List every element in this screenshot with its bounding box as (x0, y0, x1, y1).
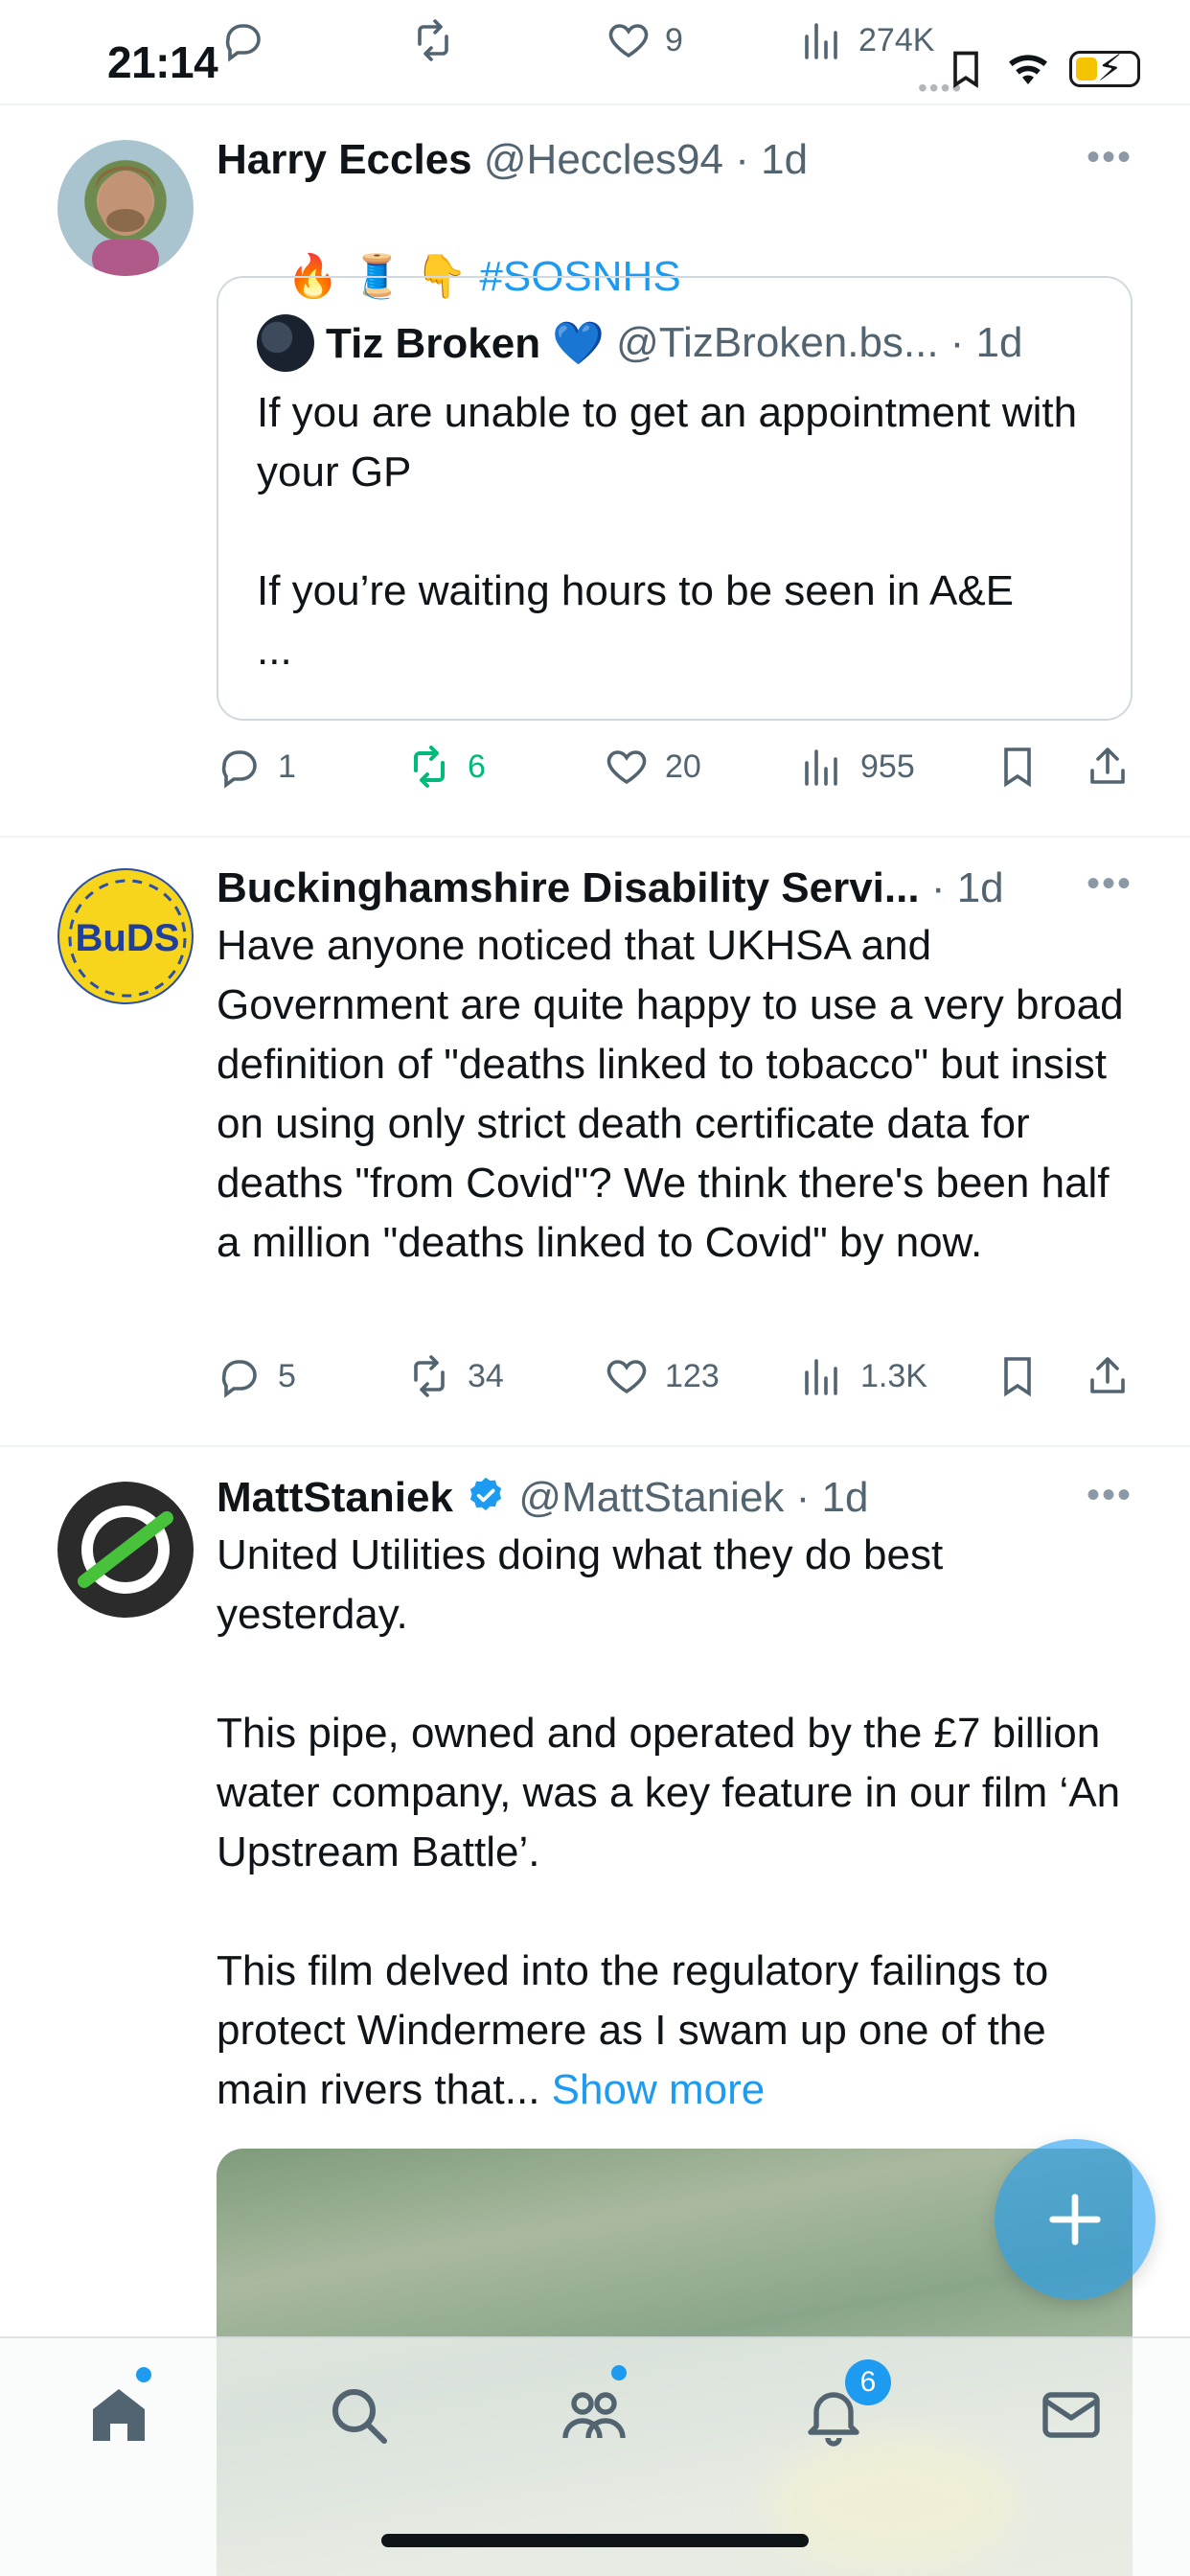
avatar[interactable] (57, 1482, 194, 1618)
like-button[interactable]: 20 (604, 744, 701, 790)
tweet-bucks-disability[interactable]: BuDS Buckinghamshire Disability Servi...… (0, 840, 1190, 1447)
bookmark-button[interactable] (995, 1353, 1041, 1399)
tweet-body: United Utilities doing what they do best… (217, 1531, 1121, 2113)
tweet-header: MattStaniek @MattStaniek · 1d (217, 1470, 1132, 1526)
share-icon (1090, 1357, 1125, 1393)
quote-display-name: Tiz Broken 💙 (326, 320, 606, 367)
heart-icon (606, 1360, 647, 1394)
home-unread-dot (136, 2367, 151, 2382)
share-button[interactable] (1085, 744, 1131, 790)
verified-badge-icon (470, 1477, 502, 1511)
reply-button[interactable]: 1 (217, 744, 296, 790)
top-like-count: 9 (665, 21, 683, 58)
more-options-icon[interactable]: ••• (1087, 862, 1133, 906)
mail-icon (1042, 2392, 1100, 2438)
views-icon (805, 1359, 837, 1395)
share-icon (1090, 748, 1125, 784)
notifications-badge: 6 (845, 2359, 891, 2405)
compose-button[interactable] (995, 2139, 1156, 2300)
quote-text: If you are unable to get an appointment … (257, 389, 1078, 674)
heart-icon (606, 750, 647, 785)
quote-header: Tiz Broken 💙 @TizBroken.bs... · 1d (257, 314, 1022, 372)
views-button[interactable]: 955 (799, 744, 915, 790)
wifi-icon (1009, 55, 1047, 84)
reply-icon (221, 750, 257, 789)
system-icons: ⚡ (945, 46, 1140, 92)
reply-count: 1 (278, 748, 296, 785)
top-reply-action[interactable] (220, 17, 266, 63)
tab-search[interactable] (320, 2377, 397, 2453)
views-count: 955 (860, 748, 915, 785)
views-count: 1.3K (860, 1357, 927, 1394)
bookmark-icon (1004, 748, 1031, 788)
like-count: 20 (665, 748, 701, 785)
tweet-text: United Utilities doing what they do best… (217, 1526, 1132, 2120)
quote-tweet[interactable]: Tiz Broken 💙 @TizBroken.bs... · 1d If yo… (217, 276, 1133, 721)
home-indicator (381, 2534, 809, 2547)
home-icon (93, 2389, 145, 2441)
tab-messages[interactable] (1033, 2377, 1110, 2453)
handle[interactable]: @Heccles94 (484, 136, 723, 183)
retweet-count: 34 (468, 1357, 504, 1394)
bookmark-icon (1004, 1357, 1031, 1397)
person-avatar-icon (92, 166, 159, 276)
avatar[interactable]: BuDS (57, 868, 194, 1004)
more-options-icon[interactable]: ••• (1087, 1474, 1133, 1517)
status-bar: 21:14 9 274K •••• ⚡ (0, 0, 1190, 105)
display-name[interactable]: Harry Eccles (217, 136, 472, 183)
handle[interactable]: @MattStaniek (518, 1474, 784, 1521)
top-views-count: 274K (858, 21, 935, 58)
share-button[interactable] (1085, 1353, 1131, 1399)
top-retweet-action[interactable] (410, 17, 456, 63)
timestamp[interactable]: · 1d (796, 1474, 869, 1521)
status-time: 21:14 (107, 37, 218, 87)
more-options-icon[interactable]: ••• (1087, 136, 1133, 179)
retweet-icon (414, 746, 445, 788)
retweet-icon (418, 19, 448, 61)
top-views-action[interactable]: 274K (799, 17, 934, 63)
reply-icon (221, 1360, 257, 1398)
search-icon (332, 2389, 387, 2444)
like-button[interactable]: 123 (604, 1353, 720, 1399)
tweet-actions: 5 34 123 1.3K (217, 1353, 1136, 1411)
tweet-harry-eccles[interactable]: Harry Eccles @Heccles94 · 1d 🔥 🧵 👇 #SOSN… (0, 107, 1190, 838)
display-name[interactable]: MattStaniek (217, 1474, 453, 1521)
tweet-header: Harry Eccles @Heccles94 · 1d (217, 132, 1132, 188)
tab-communities[interactable] (556, 2377, 632, 2453)
heart-icon (608, 24, 649, 58)
views-icon (805, 23, 837, 59)
communities-unread-dot (611, 2365, 627, 2380)
show-more-link[interactable]: Show more (552, 2066, 766, 2113)
retweet-button[interactable]: 6 (406, 744, 486, 790)
like-count: 123 (665, 1357, 720, 1394)
reply-icon (225, 24, 261, 62)
avatar[interactable] (57, 140, 194, 276)
timestamp[interactable]: · 1d (735, 136, 808, 183)
quote-timestamp: · 1d (950, 319, 1023, 366)
tweet-header: Buckinghamshire Disability Servi... · 1d (217, 861, 1132, 916)
logo-icon (78, 1506, 173, 1594)
bookmark-button[interactable] (995, 744, 1041, 790)
views-button[interactable]: 1.3K (799, 1353, 927, 1399)
display-name[interactable]: Buckinghamshire Disability Servi... (217, 864, 920, 911)
retweet-button[interactable]: 34 (406, 1353, 504, 1399)
timestamp[interactable]: · 1d (931, 864, 1004, 911)
quote-handle: @TizBroken.bs... (616, 319, 939, 366)
tweet-text: Have anyone noticed that UKHSA and Gover… (217, 922, 1135, 1266)
top-like-action[interactable]: 9 (606, 17, 683, 63)
retweet-icon (414, 1355, 445, 1397)
reply-button[interactable]: 5 (217, 1353, 296, 1399)
battery-icon: ⚡ (1069, 50, 1140, 88)
avatar-text: BuDS (76, 917, 180, 959)
communities-icon (562, 2392, 626, 2439)
retweet-count: 6 (468, 748, 486, 785)
tab-home[interactable] (80, 2377, 157, 2453)
views-icon (805, 749, 837, 786)
bookmark-icon (953, 51, 978, 88)
tweet-actions: 1 6 20 955 (217, 744, 1136, 801)
compose-plus-icon (1049, 2194, 1101, 2245)
reply-count: 5 (278, 1357, 296, 1394)
buds-logo-icon: BuDS (68, 879, 187, 998)
quote-avatar (257, 314, 314, 372)
